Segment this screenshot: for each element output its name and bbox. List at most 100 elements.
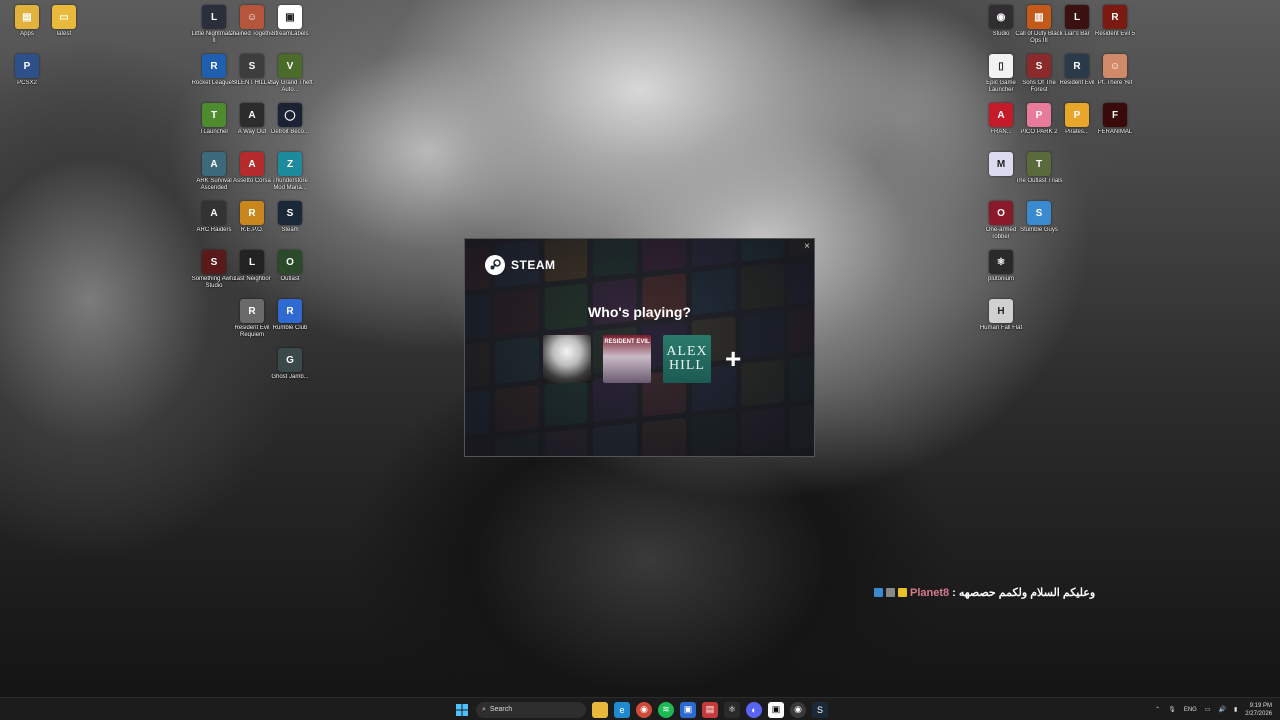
desktop-icon-stumble[interactable]: S Stumble Guys <box>1019 201 1059 234</box>
edge-icon[interactable]: e <box>614 701 630 718</box>
start-icon[interactable] <box>454 702 470 718</box>
desktop-icon-mds[interactable]: M <box>981 152 1021 178</box>
desktop-icon-detroit[interactable]: ◯ Detroit Beco... <box>270 103 310 136</box>
desktop-icon-label: Play Grand Theft Auto... <box>267 80 313 93</box>
mod-badge-icon <box>886 588 895 597</box>
desktop-icon-ghost[interactable]: G Ghost Jamb... <box>270 348 310 381</box>
arcraiders-icon: A <box>202 201 226 225</box>
account-avatar-3[interactable]: ALEX HILL <box>663 335 711 383</box>
outlasttrials-icon: T <box>1027 152 1051 176</box>
volume-icon[interactable]: 🔊 <box>1219 706 1226 713</box>
streamlabels-icon[interactable]: ▣ <box>768 701 784 718</box>
taskbar-search[interactable]: ⌕ Search <box>476 701 586 718</box>
close-icon[interactable]: × <box>804 241 810 252</box>
mds-icon: M <box>989 152 1013 176</box>
steam-taskbar-icon[interactable]: S <box>812 701 828 718</box>
desktop-icon-pcsx2[interactable]: P PCSX2 <box>7 54 47 87</box>
epic-icon: ▯ <box>989 54 1013 78</box>
thunderstore-icon: Z <box>278 152 302 176</box>
desktop-icon-gta[interactable]: V Play Grand Theft Auto... <box>267 54 313 94</box>
desktop-icon-thunderstore[interactable]: Z Thunderstore Mod Mana... <box>270 152 310 192</box>
desktop-icon-label: Human Fall Flat <box>979 325 1023 331</box>
language-indicator[interactable]: ENG <box>1184 707 1197 713</box>
crown-badge-icon <box>898 588 907 597</box>
clock-date: 2/27/2026 <box>1245 710 1272 717</box>
hff-icon: H <box>989 299 1013 323</box>
plutonium-icon[interactable]: ⚛ <box>724 701 740 718</box>
obs-icon[interactable]: ◉ <box>790 701 806 718</box>
sh2-icon: S <box>240 54 264 78</box>
desktop-icon-label: plutonium <box>987 276 1014 282</box>
outlast-icon: O <box>278 250 302 274</box>
spotify-icon[interactable]: ≋ <box>658 701 674 718</box>
network-icon[interactable]: ▭ <box>1205 706 1211 713</box>
desktop-icon-label: Pt. There Yet <box>1097 80 1133 86</box>
desktop-icon-hff[interactable]: H Human Fall Flat <box>980 299 1022 332</box>
steam-logo: STEAM <box>485 255 556 275</box>
desktop-icon-pe[interactable]: ☺ Pt. There Yet <box>1095 54 1135 87</box>
desktop-icon-onearmed[interactable]: O One-armed robber <box>981 201 1021 241</box>
chat-message-text: : وعليكم السلام ولكمم حصصهه <box>952 587 1096 599</box>
desktop-icon-steam[interactable]: S Steam <box>270 201 310 234</box>
feranimal-icon: F <box>1103 103 1127 127</box>
desktop-icon-outlasttrials[interactable]: T The Outlast Trials <box>1015 152 1063 185</box>
ark-icon: A <box>202 152 226 176</box>
desktop-icon-label: Ghost Jamb... <box>271 374 309 380</box>
chat-username: Planet8 <box>910 586 950 599</box>
add-account-button[interactable]: + <box>725 345 741 373</box>
stream-chat-message: Planet8 : وعليكم السلام ولكمم حصصهه <box>874 586 1095 599</box>
chrome-icon[interactable]: ◉ <box>636 701 652 718</box>
desktop-icon-something[interactable]: S Something Awful Studio <box>192 250 236 290</box>
desktop-icon-outlast[interactable]: O Outlast <box>270 250 310 283</box>
something-icon: S <box>202 250 226 274</box>
gta-icon: V <box>278 54 302 78</box>
rocket-icon: R <box>202 54 226 78</box>
obs-icon: ◉ <box>989 5 1013 29</box>
steam-account-picker-window: × STEAM Who's playing? RESIDENT EVIL ALE… <box>464 238 815 457</box>
store-icon[interactable]: ▣ <box>680 701 696 718</box>
desktop-icon-plutonium[interactable]: ⚛ plutonium <box>981 250 1021 283</box>
desktop-icon-sotf[interactable]: S Sons Of The Forest <box>1019 54 1059 94</box>
codbo-icon: ▥ <box>1027 5 1051 29</box>
desktop-icon-codbo[interactable]: ▥ Call of Duty Black Ops III <box>1015 5 1063 45</box>
desktop-icon-label: Steam <box>281 227 299 233</box>
verified-badge-icon <box>874 588 883 597</box>
battery-icon[interactable]: ▮ <box>1234 706 1237 713</box>
chained-icon: ☺ <box>240 5 264 29</box>
desktop-icon-feranimal[interactable]: F FERANIMAL <box>1095 103 1135 136</box>
account-avatar-2[interactable]: RESIDENT EVIL <box>603 335 651 383</box>
desktop-icon-streamlabels[interactable]: ▣ StreamLabels <box>270 5 310 38</box>
apps-icon: ▤ <box>15 5 39 29</box>
detroit-icon: ◯ <box>278 103 302 127</box>
lastneighbor-icon: L <box>240 250 264 274</box>
desktop-icon-latest[interactable]: ▭ latest <box>44 5 84 38</box>
onearmed-icon: O <box>989 201 1013 225</box>
desktop-icon-rumble[interactable]: R Rumble Club <box>270 299 310 332</box>
ghost-icon: G <box>278 348 302 372</box>
desktop-icon-label: Detroit Beco... <box>270 129 309 135</box>
account-avatar-1[interactable] <box>543 335 591 383</box>
microphone-icon[interactable]: 🎙 <box>1168 706 1176 713</box>
picopark-icon: P <box>1027 103 1051 127</box>
chevron-up-icon[interactable]: ⌃ <box>1155 706 1160 713</box>
desktop-icon-ln2[interactable]: L Little Nightmares II <box>191 5 237 45</box>
file-explorer-icon[interactable] <box>592 701 608 718</box>
fumo-icon: A <box>989 103 1013 127</box>
desktop-icon-label: StreamLabels <box>271 31 309 37</box>
desktop-icon-label: PCSX2 <box>17 80 37 86</box>
discord-icon[interactable]: ◐ <box>746 701 762 718</box>
desktop-icon-ark[interactable]: A ARK Survival Ascended <box>194 152 234 192</box>
clock[interactable]: 9:19 PM 2/27/2026 <box>1245 702 1272 718</box>
desktop-icon-label: FERANIMAL <box>1097 129 1133 135</box>
pcsx2-icon: P <box>15 54 39 78</box>
steam-icon <box>485 255 505 275</box>
desktop-icon-label: Rumble Club <box>272 325 308 331</box>
liarsbar-icon: L <box>1065 5 1089 29</box>
desktop-icon-re9[interactable]: R Resident Evil Requiem <box>232 299 272 339</box>
search-placeholder: Search <box>489 706 513 713</box>
desktop-icon-re5[interactable]: R Resident Evil 5 <box>1095 5 1135 38</box>
latest-icon: ▭ <box>52 5 76 29</box>
media-app-icon[interactable]: ▤ <box>702 701 718 718</box>
stumble-icon: S <box>1027 201 1051 225</box>
search-icon: ⌕ <box>482 705 486 713</box>
